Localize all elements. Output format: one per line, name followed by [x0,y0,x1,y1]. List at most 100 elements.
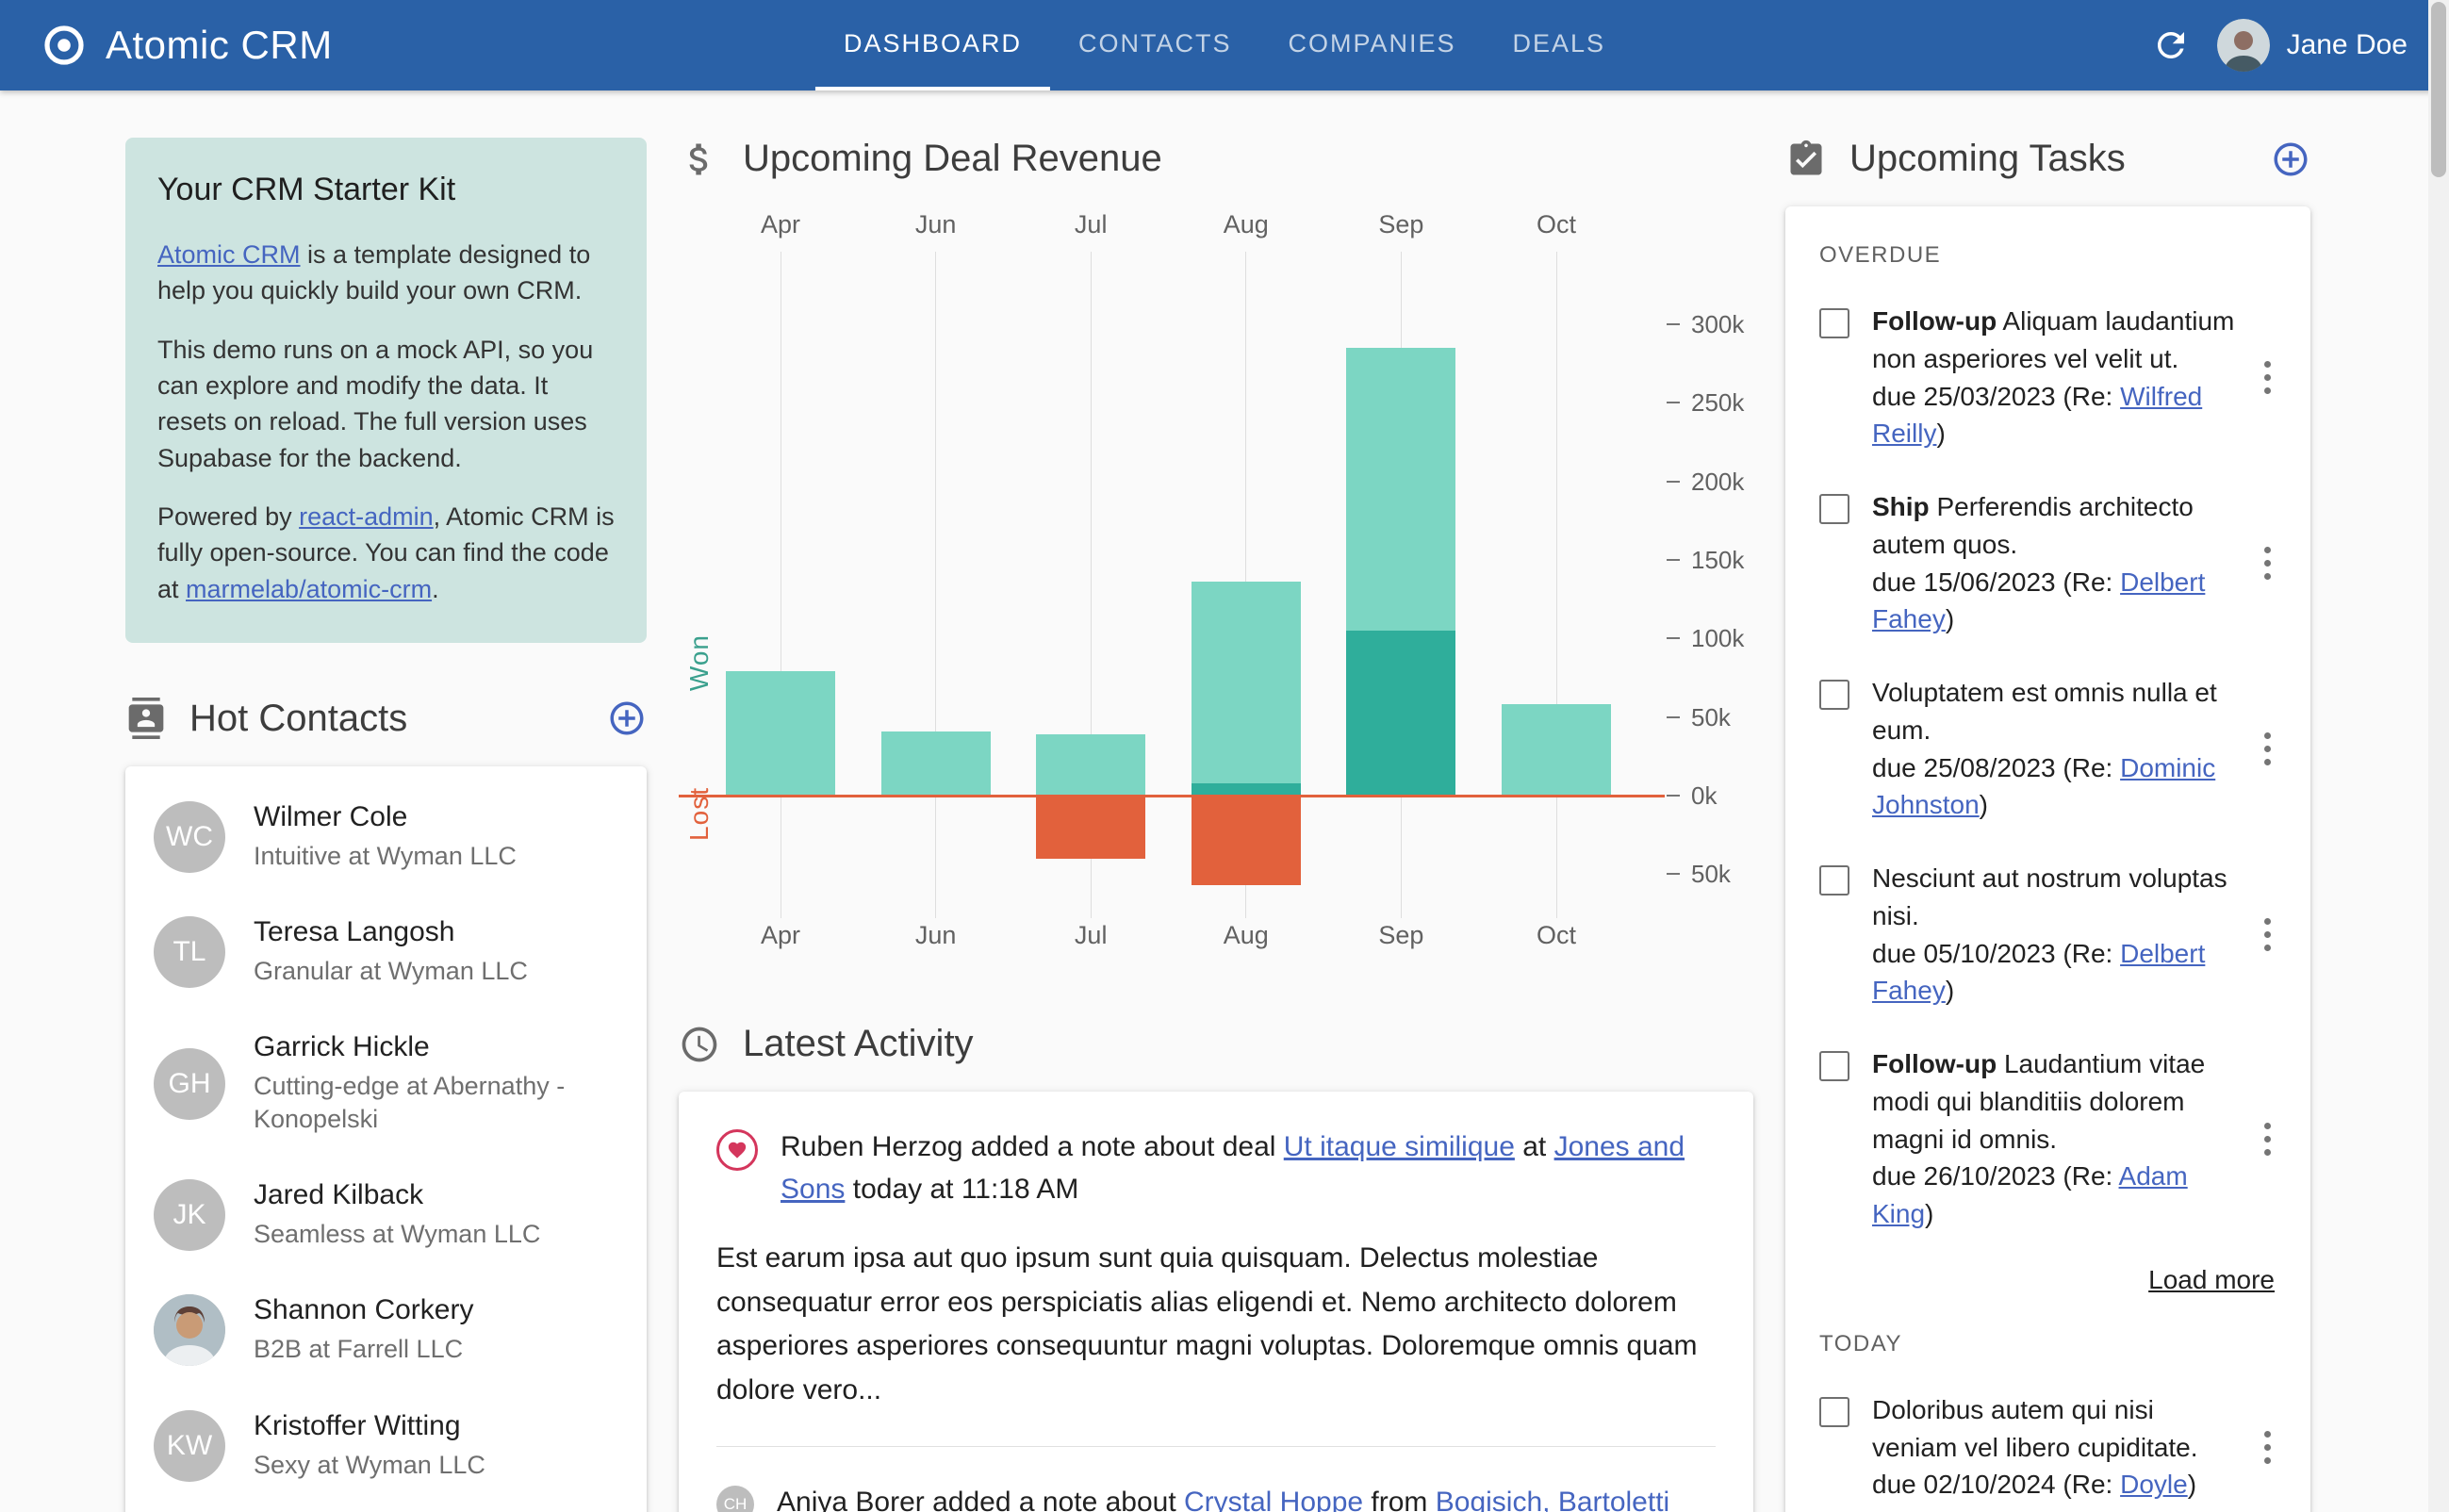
task-checkbox[interactable] [1819,1396,1849,1427]
kebab-dot [2264,931,2271,938]
nav-tab-contacts[interactable]: CONTACTS [1050,0,1260,90]
scrollbar-thumb[interactable] [2431,2,2446,177]
y-axis-label: 300k [1691,309,1745,338]
task-more-options-button[interactable] [2259,727,2276,771]
contact-subtitle: Intuitive at Wyman LLC [254,841,517,870]
user-name: Jane Doe [2286,29,2408,60]
task-body: Voluptatem est omnis nulla et eum. due 25… [1872,674,2236,824]
x-axis-label-bottom: Jun [914,921,957,949]
task-contact-link[interactable]: Delbert Fahey [1872,939,2205,1006]
nav-tab-companies[interactable]: COMPANIES [1259,0,1484,90]
task-body: Nesciunt aut nostrum voluptas nisi. due 0… [1872,860,2236,1010]
task-due-date: due 25/08/2023 (Re: Dominic Johnston) [1872,752,2216,820]
task-contact-link[interactable]: Delbert Fahey [1872,567,2205,634]
task-item: Doloribus autem qui nisi veniam vel libe… [1819,1391,2276,1504]
clock-icon [682,1027,717,1061]
nav-tab-dashboard[interactable]: DASHBOARD [814,0,1050,90]
task-checkbox[interactable] [1819,680,1849,710]
main-content: Your CRM Starter Kit Atomic CRM is a tem… [0,90,2449,1512]
chart-gridline [935,252,937,918]
deal-link[interactable]: Ut itaque similique [1284,1131,1515,1162]
activity-item: Ruben Herzog added a note about deal Ut … [716,1126,1716,1210]
contact-subtitle: Seamless at Wyman LLC [254,1220,541,1249]
y-axis-label: 100k [1691,624,1745,653]
marmelab-repo-link[interactable]: marmelab/atomic-crm [186,575,432,603]
task-contact-link[interactable]: Dominic Johnston [1872,753,2215,820]
task-more-options-button[interactable] [2259,1425,2276,1470]
contact-list-item[interactable]: JK Jared Kilback Seamless at Wyman LLC [125,1158,647,1273]
y-axis-label: 0k [1691,781,1718,810]
bar-won-confirmed [1191,782,1301,796]
y-axis-tick [1667,715,1680,718]
activity-connector: from [1363,1487,1436,1512]
add-task-button[interactable] [2271,140,2310,179]
tasks-title: Upcoming Tasks [1849,138,2126,179]
contact-name: Wilmer Cole [254,800,408,832]
dollar-icon [689,143,708,174]
task-checkbox[interactable] [1819,308,1849,338]
contact-list-item[interactable]: TL Teresa Langosh Granular at Wyman LLC [125,895,647,1010]
activity-note: Est earum ipsa aut quo ipsum sunt quia q… [716,1242,1698,1405]
task-contact-link[interactable]: Adam King [1872,1161,2188,1228]
scrollbar-track[interactable] [2428,0,2449,1512]
task-section-label: TODAY [1819,1330,1902,1356]
kebab-dot [2264,732,2271,739]
bar-lost [1191,796,1301,886]
contact-name: Jared Kilback [254,1179,424,1211]
add-contact-button[interactable] [607,698,647,738]
bar-won [1036,733,1146,796]
nav-tab-deals[interactable]: DEALS [1485,0,1635,90]
starter-kit-text: . [432,574,439,603]
kebab-dot [2264,1456,2271,1464]
task-text: Doloribus autem qui nisi veniam vel libe… [1872,1394,2198,1462]
contact-link[interactable]: Crystal Hoppe [1184,1487,1363,1512]
task-type: Follow-up [1872,306,1997,336]
activity-actor: Aniya Borer [777,1487,925,1512]
x-axis-label-bottom: Oct [1536,921,1576,949]
react-admin-link[interactable]: react-admin [299,502,434,531]
refresh-icon[interactable] [2151,25,2191,65]
x-axis-label-top: Sep [1378,210,1424,238]
task-more-options-button[interactable] [2259,912,2276,957]
kebab-dot [2264,361,2271,368]
x-axis-label-bottom: Sep [1378,921,1424,949]
contact-list-item[interactable]: GH Garrick Hickle Cutting-edge at Abernath… [125,1010,647,1158]
task-checkbox[interactable] [1819,865,1849,896]
revenue-title: Upcoming Deal Revenue [743,138,1162,179]
y-axis-tick [1667,480,1680,483]
user-menu-button[interactable]: Jane Doe [2216,19,2408,72]
starter-kit-paragraph: This demo runs on a mock API, so you can… [157,335,594,472]
x-axis-label-bottom: Aug [1223,921,1269,949]
contact-list-item[interactable]: KW Kristoffer Witting Sexy at Wyman LLC [125,1389,647,1504]
task-due-date: due 26/10/2023 (Re: Adam King) [1872,1161,2188,1228]
bar-won [880,731,991,796]
task-item: Nesciunt aut nostrum voluptas nisi. due 0… [1819,860,2276,1010]
contact-name: Teresa Langosh [254,916,455,948]
contact-list-item[interactable]: Shannon Corkery B2B at Farrell LLC [125,1273,647,1388]
load-more-container: Load more [1821,1265,2275,1295]
starter-kit-paragraph: Atomic CRM is a template designed to hel… [157,237,615,309]
contact-list-item[interactable]: WC Wilmer Cole Intuitive at Wyman LLC [125,780,647,895]
task-more-options-button[interactable] [2259,1117,2276,1161]
y-axis-label: 50k [1691,702,1731,731]
atomic-crm-link[interactable]: Atomic CRM [157,240,301,269]
y-axis-label: 50k [1691,860,1731,889]
contact-initials-avatar: JK [154,1179,225,1252]
task-checkbox[interactable] [1819,494,1849,524]
contact-subtitle: Sexy at Wyman LLC [254,1450,485,1479]
starter-kit-text: Powered by [157,501,300,531]
task-checkbox[interactable] [1819,1051,1849,1081]
right-column: Upcoming Tasks OVERDUE Follow-up Aliquam … [1785,138,2310,1512]
hot-contacts-card: WC Wilmer Cole Intuitive at Wyman LLC TL Ter… [125,765,647,1512]
load-more-link[interactable]: Load more [2148,1265,2275,1294]
activity-text: Ruben Herzog added a note about deal Ut … [781,1126,1716,1210]
task-contact-link[interactable]: Doyle [2120,1470,2188,1499]
task-due-date: due 25/03/2023 (Re: Wilfred Reilly) [1872,381,2203,449]
task-more-options-button[interactable] [2259,355,2276,400]
task-due-date: due 15/06/2023 (Re: Delbert Fahey) [1872,567,2206,634]
starter-kit-title: Your CRM Starter Kit [157,172,456,207]
task-more-options-button[interactable] [2259,541,2276,585]
x-axis-label-top: Apr [760,210,801,238]
task-contact-link[interactable]: Wilfred Reilly [1872,382,2202,449]
kebab-dot [2264,1135,2271,1142]
